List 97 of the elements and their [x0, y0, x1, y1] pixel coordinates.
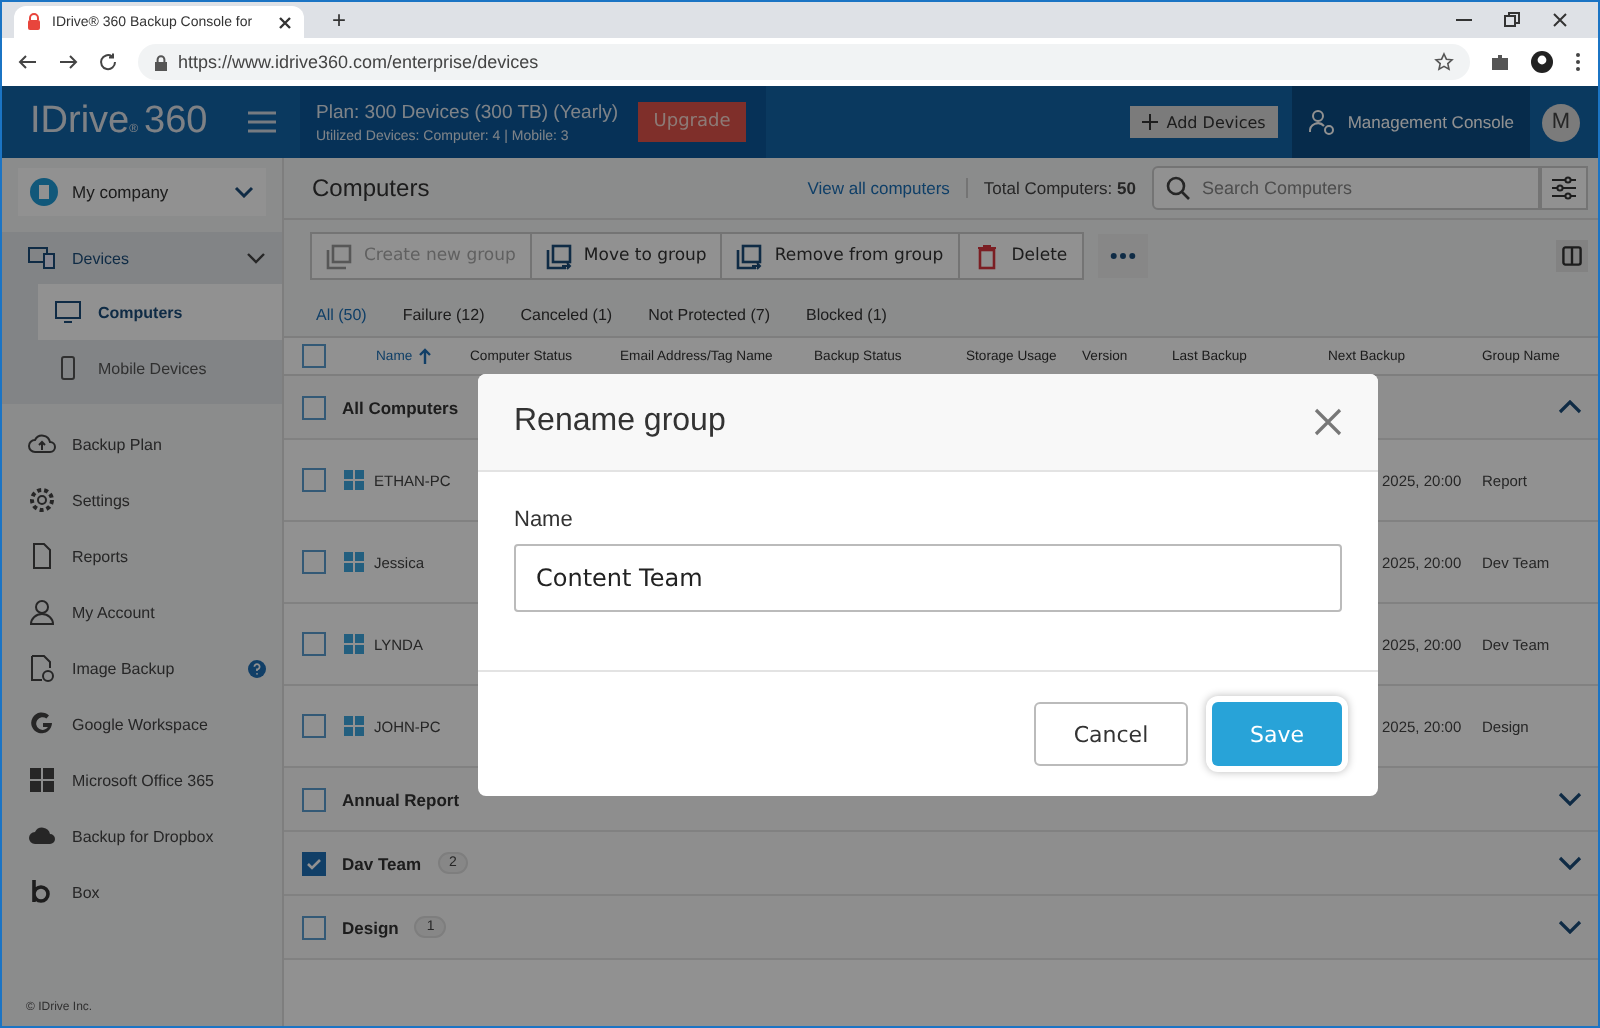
lock-icon	[26, 12, 42, 32]
restore-icon[interactable]	[1502, 10, 1522, 30]
remove-folder-icon	[736, 243, 763, 269]
dots-icon	[1109, 252, 1136, 260]
check-icon	[306, 857, 322, 869]
group-name: Design	[342, 917, 399, 937]
plan-text: Plan: 300 Devices (300 TB) (Yearly)	[316, 101, 619, 123]
more-icon[interactable]	[1574, 52, 1582, 72]
sidebar-item[interactable]: My Account	[2, 584, 282, 640]
user-settings-icon	[1307, 108, 1336, 136]
move-to-group-button[interactable]: Move to group	[529, 232, 723, 280]
address-bar[interactable]: https://www.idrive360.com/enterprise/devices	[138, 44, 1470, 80]
checkbox[interactable]	[302, 395, 326, 419]
cloud-upload-icon	[28, 430, 56, 458]
checkbox[interactable]	[302, 344, 326, 368]
company-selector[interactable]: My company	[18, 168, 266, 216]
page-title: Computers	[312, 174, 430, 202]
document-icon	[28, 542, 56, 570]
help-icon[interactable]	[248, 659, 266, 677]
group-name: All Computers	[342, 397, 459, 417]
view-all-link[interactable]: View all computers	[807, 178, 968, 198]
more-button[interactable]	[1097, 234, 1148, 278]
columns-button[interactable]	[1556, 240, 1588, 272]
chevron-icon[interactable]	[1558, 856, 1582, 870]
sidebar-item[interactable]: Reports	[2, 528, 282, 584]
sidebar-item[interactable]: Computers	[38, 284, 282, 340]
windows-icon	[344, 552, 364, 572]
g-letter-icon	[28, 710, 56, 738]
filter-tab[interactable]: Failure (12)	[402, 305, 485, 323]
windows-icon	[344, 634, 364, 654]
image-backup-icon	[28, 654, 56, 682]
close-icon[interactable]	[278, 15, 292, 29]
name-input[interactable]: Content Team	[514, 544, 1342, 612]
filter-tab[interactable]: Not Protected (7)	[648, 305, 770, 323]
back-icon[interactable]	[18, 52, 38, 72]
settings-icon	[28, 486, 56, 514]
filter-tab[interactable]: All (50)	[316, 305, 367, 323]
save-button[interactable]: Save	[1212, 702, 1342, 766]
b-letter-icon	[28, 878, 56, 906]
checkbox[interactable]	[302, 632, 326, 656]
sidebar-item[interactable]: Backup Plan	[2, 416, 282, 472]
sidebar-item[interactable]: Google Workspace	[2, 696, 282, 752]
sidebar-item[interactable]: Image Backup	[2, 640, 282, 696]
windows-icon	[344, 716, 364, 736]
copy-icon	[326, 243, 352, 269]
checkbox[interactable]	[302, 915, 326, 939]
cancel-button[interactable]: Cancel	[1034, 702, 1188, 766]
sidebar-item[interactable]: Box	[2, 864, 282, 920]
avatar[interactable]: M	[1542, 103, 1580, 141]
sidebar-item[interactable]: Backup for Dropbox	[2, 808, 282, 864]
group-name: Annual Report	[342, 789, 460, 809]
trash-icon	[973, 243, 1000, 269]
user-icon	[28, 598, 56, 626]
checkbox[interactable]	[302, 714, 326, 738]
devices-icon	[28, 244, 56, 272]
plus-icon	[1142, 114, 1159, 130]
sort-arrow-icon[interactable]	[418, 348, 433, 364]
search-field[interactable]: Search Computers	[1152, 166, 1540, 210]
total-count: Total Computers: 50	[983, 178, 1136, 198]
chevron-icon[interactable]	[1558, 920, 1582, 934]
sliders-icon	[1552, 176, 1576, 200]
checkbox[interactable]	[302, 468, 326, 492]
sidebar-item[interactable]: Mobile Devices	[38, 340, 282, 396]
new-tab-button[interactable]: +	[332, 8, 347, 32]
search-icon	[1166, 176, 1190, 200]
cloud-icon	[28, 822, 56, 850]
management-console-button[interactable]: Management Console	[1291, 86, 1530, 158]
columns-icon	[1562, 246, 1582, 266]
filter-tab[interactable]: Canceled (1)	[520, 305, 613, 323]
menu-icon[interactable]	[248, 110, 276, 134]
sidebar-item[interactable]: Settings	[2, 472, 282, 528]
move-folder-icon	[545, 243, 572, 269]
checkbox[interactable]	[302, 550, 326, 574]
grid-icon	[28, 766, 56, 794]
forward-icon[interactable]	[58, 52, 78, 72]
remove-from-group-button[interactable]: Remove from group	[720, 232, 960, 280]
field-label: Name	[514, 508, 575, 532]
checkbox[interactable]	[302, 787, 326, 811]
filter-settings-button[interactable]	[1540, 166, 1588, 210]
dialog-title: Rename group	[514, 404, 726, 440]
close-icon[interactable]	[1550, 10, 1570, 30]
chevron-icon[interactable]	[1558, 792, 1582, 806]
star-icon[interactable]	[1434, 52, 1454, 72]
delete-button[interactable]: Delete	[957, 232, 1084, 280]
profile-icon[interactable]	[1530, 50, 1554, 74]
chevron-icon[interactable]	[1558, 400, 1582, 414]
group-name: Dav Team	[342, 853, 422, 873]
filter-tab[interactable]: Blocked (1)	[805, 305, 887, 323]
chevron-down-icon	[234, 186, 254, 198]
lock-icon	[154, 53, 168, 71]
add-devices-button[interactable]: Add Devices	[1130, 106, 1278, 138]
monitor-icon	[54, 300, 82, 324]
windows-icon	[344, 470, 364, 490]
reload-icon[interactable]	[98, 52, 118, 72]
checkbox[interactable]	[302, 851, 326, 875]
sidebar-item[interactable]: Microsoft Office 365	[2, 752, 282, 808]
sidebar-item[interactable]: Devices	[2, 232, 282, 284]
